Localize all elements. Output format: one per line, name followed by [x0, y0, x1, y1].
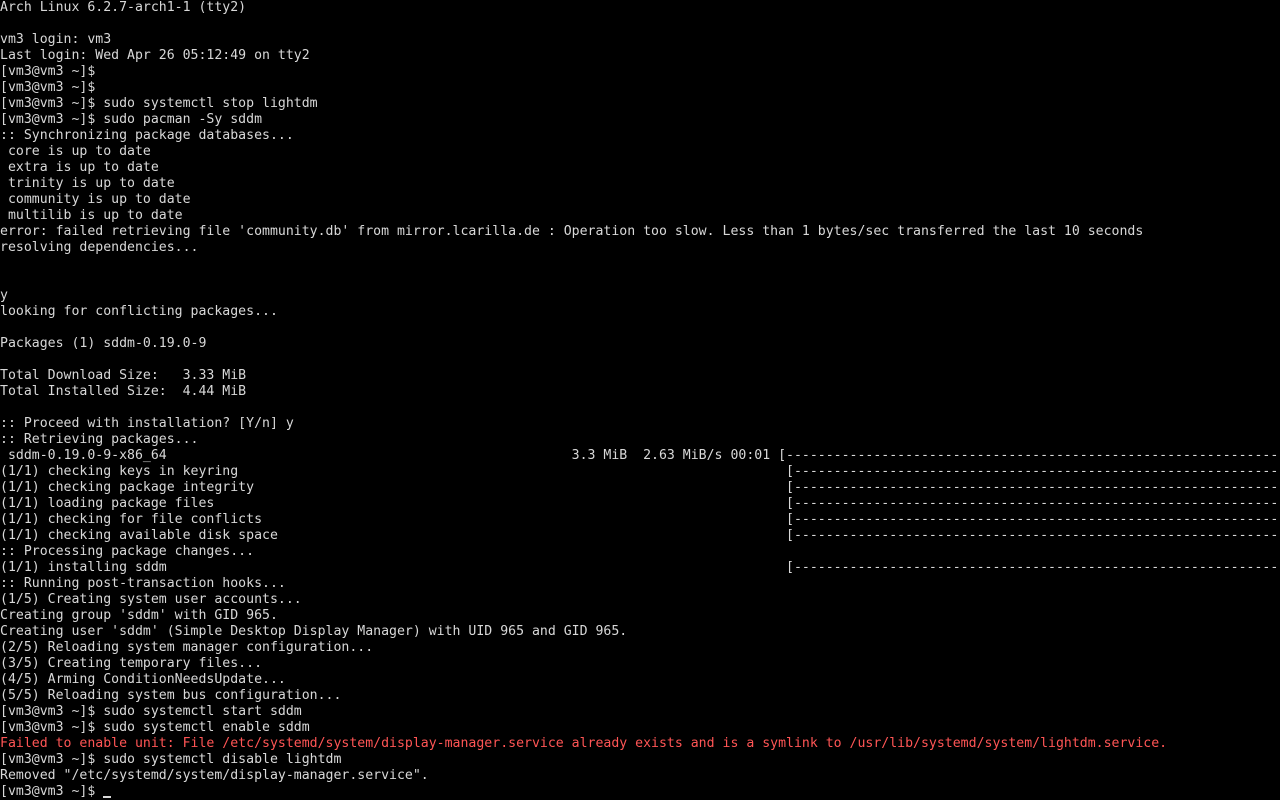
- error-line: Failed to enable unit: File /etc/systemd…: [0, 736, 1168, 751]
- console-line: sddm-0.19.0-9-x86_64 3.3 MiB 2.63 MiB/s …: [0, 448, 1280, 463]
- console-line: vm3 login: vm3: [0, 32, 112, 47]
- console-line: (1/1) checking for file conflicts [-----…: [0, 512, 1280, 527]
- console-line: extra is up to date: [0, 160, 159, 175]
- console-line: [vm3@vm3 ~]$ sudo systemctl stop lightdm: [0, 96, 318, 111]
- console-line: [vm3@vm3 ~]$ sudo systemctl start sddm: [0, 704, 302, 719]
- console-line: :: Processing package changes...: [0, 544, 255, 559]
- console-line: :: Synchronizing package databases...: [0, 128, 294, 143]
- console-line: Creating user 'sddm' (Simple Desktop Dis…: [0, 624, 628, 639]
- console-line: (3/5) Creating temporary files...: [0, 656, 263, 671]
- console-line: Last login: Wed Apr 26 05:12:49 on tty2: [0, 48, 310, 63]
- console-line: resolving dependencies...: [0, 240, 199, 255]
- console-line: [vm3@vm3 ~]$ sudo pacman -Sy sddm: [0, 112, 263, 127]
- console-line: (1/1) checking keys in keyring [--------…: [0, 464, 1280, 479]
- console-line: Removed "/etc/systemd/system/display-man…: [0, 768, 429, 783]
- console-line: (1/5) Creating system user accounts...: [0, 592, 302, 607]
- console-line: (1/1) checking package integrity [------…: [0, 480, 1280, 495]
- console-line: Creating group 'sddm' with GID 965.: [0, 608, 278, 623]
- tty-console[interactable]: Arch Linux 6.2.7-arch1-1 (tty2) vm3 login…: [0, 0, 1280, 800]
- console-line: (1/1) checking available disk space [---…: [0, 528, 1280, 543]
- console-line: (2/5) Reloading system manager configura…: [0, 640, 374, 655]
- console-line: (4/5) Arming ConditionNeedsUpdate...: [0, 672, 286, 687]
- active-prompt-line[interactable]: [vm3@vm3 ~]$: [0, 784, 112, 800]
- console-line: Arch Linux 6.2.7-arch1-1 (tty2): [0, 0, 247, 15]
- console-line: Total Installed Size: 4.44 MiB: [0, 384, 247, 399]
- console-line: trinity is up to date: [0, 176, 175, 191]
- console-line: :: Retrieving packages...: [0, 432, 199, 447]
- text-cursor: [103, 796, 112, 798]
- console-line: [vm3@vm3 ~]$ sudo systemctl enable sddm: [0, 720, 310, 735]
- console-line: (1/1) loading package files [-----------…: [0, 496, 1280, 511]
- shell-prompt: [vm3@vm3 ~]$: [0, 784, 104, 799]
- console-line: community is up to date: [0, 192, 191, 207]
- console-line: :: Running post-transaction hooks...: [0, 576, 286, 591]
- console-line: y: [0, 288, 8, 303]
- console-line: multilib is up to date: [0, 208, 183, 223]
- console-line: error: failed retrieving file 'community…: [0, 224, 1144, 239]
- console-line: (5/5) Reloading system bus configuration…: [0, 688, 342, 703]
- console-line: (1/1) installing sddm [-----------------…: [0, 560, 1280, 575]
- console-line: [vm3@vm3 ~]$ sudo systemctl disable ligh…: [0, 752, 342, 767]
- console-line: [vm3@vm3 ~]$: [0, 80, 96, 95]
- console-line: looking for conflicting packages...: [0, 304, 278, 319]
- console-line: Total Download Size: 3.33 MiB: [0, 368, 247, 383]
- console-line: core is up to date: [0, 144, 151, 159]
- console-line: [vm3@vm3 ~]$: [0, 64, 96, 79]
- console-line: :: Proceed with installation? [Y/n] y: [0, 416, 294, 431]
- console-line: Packages (1) sddm-0.19.0-9: [0, 336, 207, 351]
